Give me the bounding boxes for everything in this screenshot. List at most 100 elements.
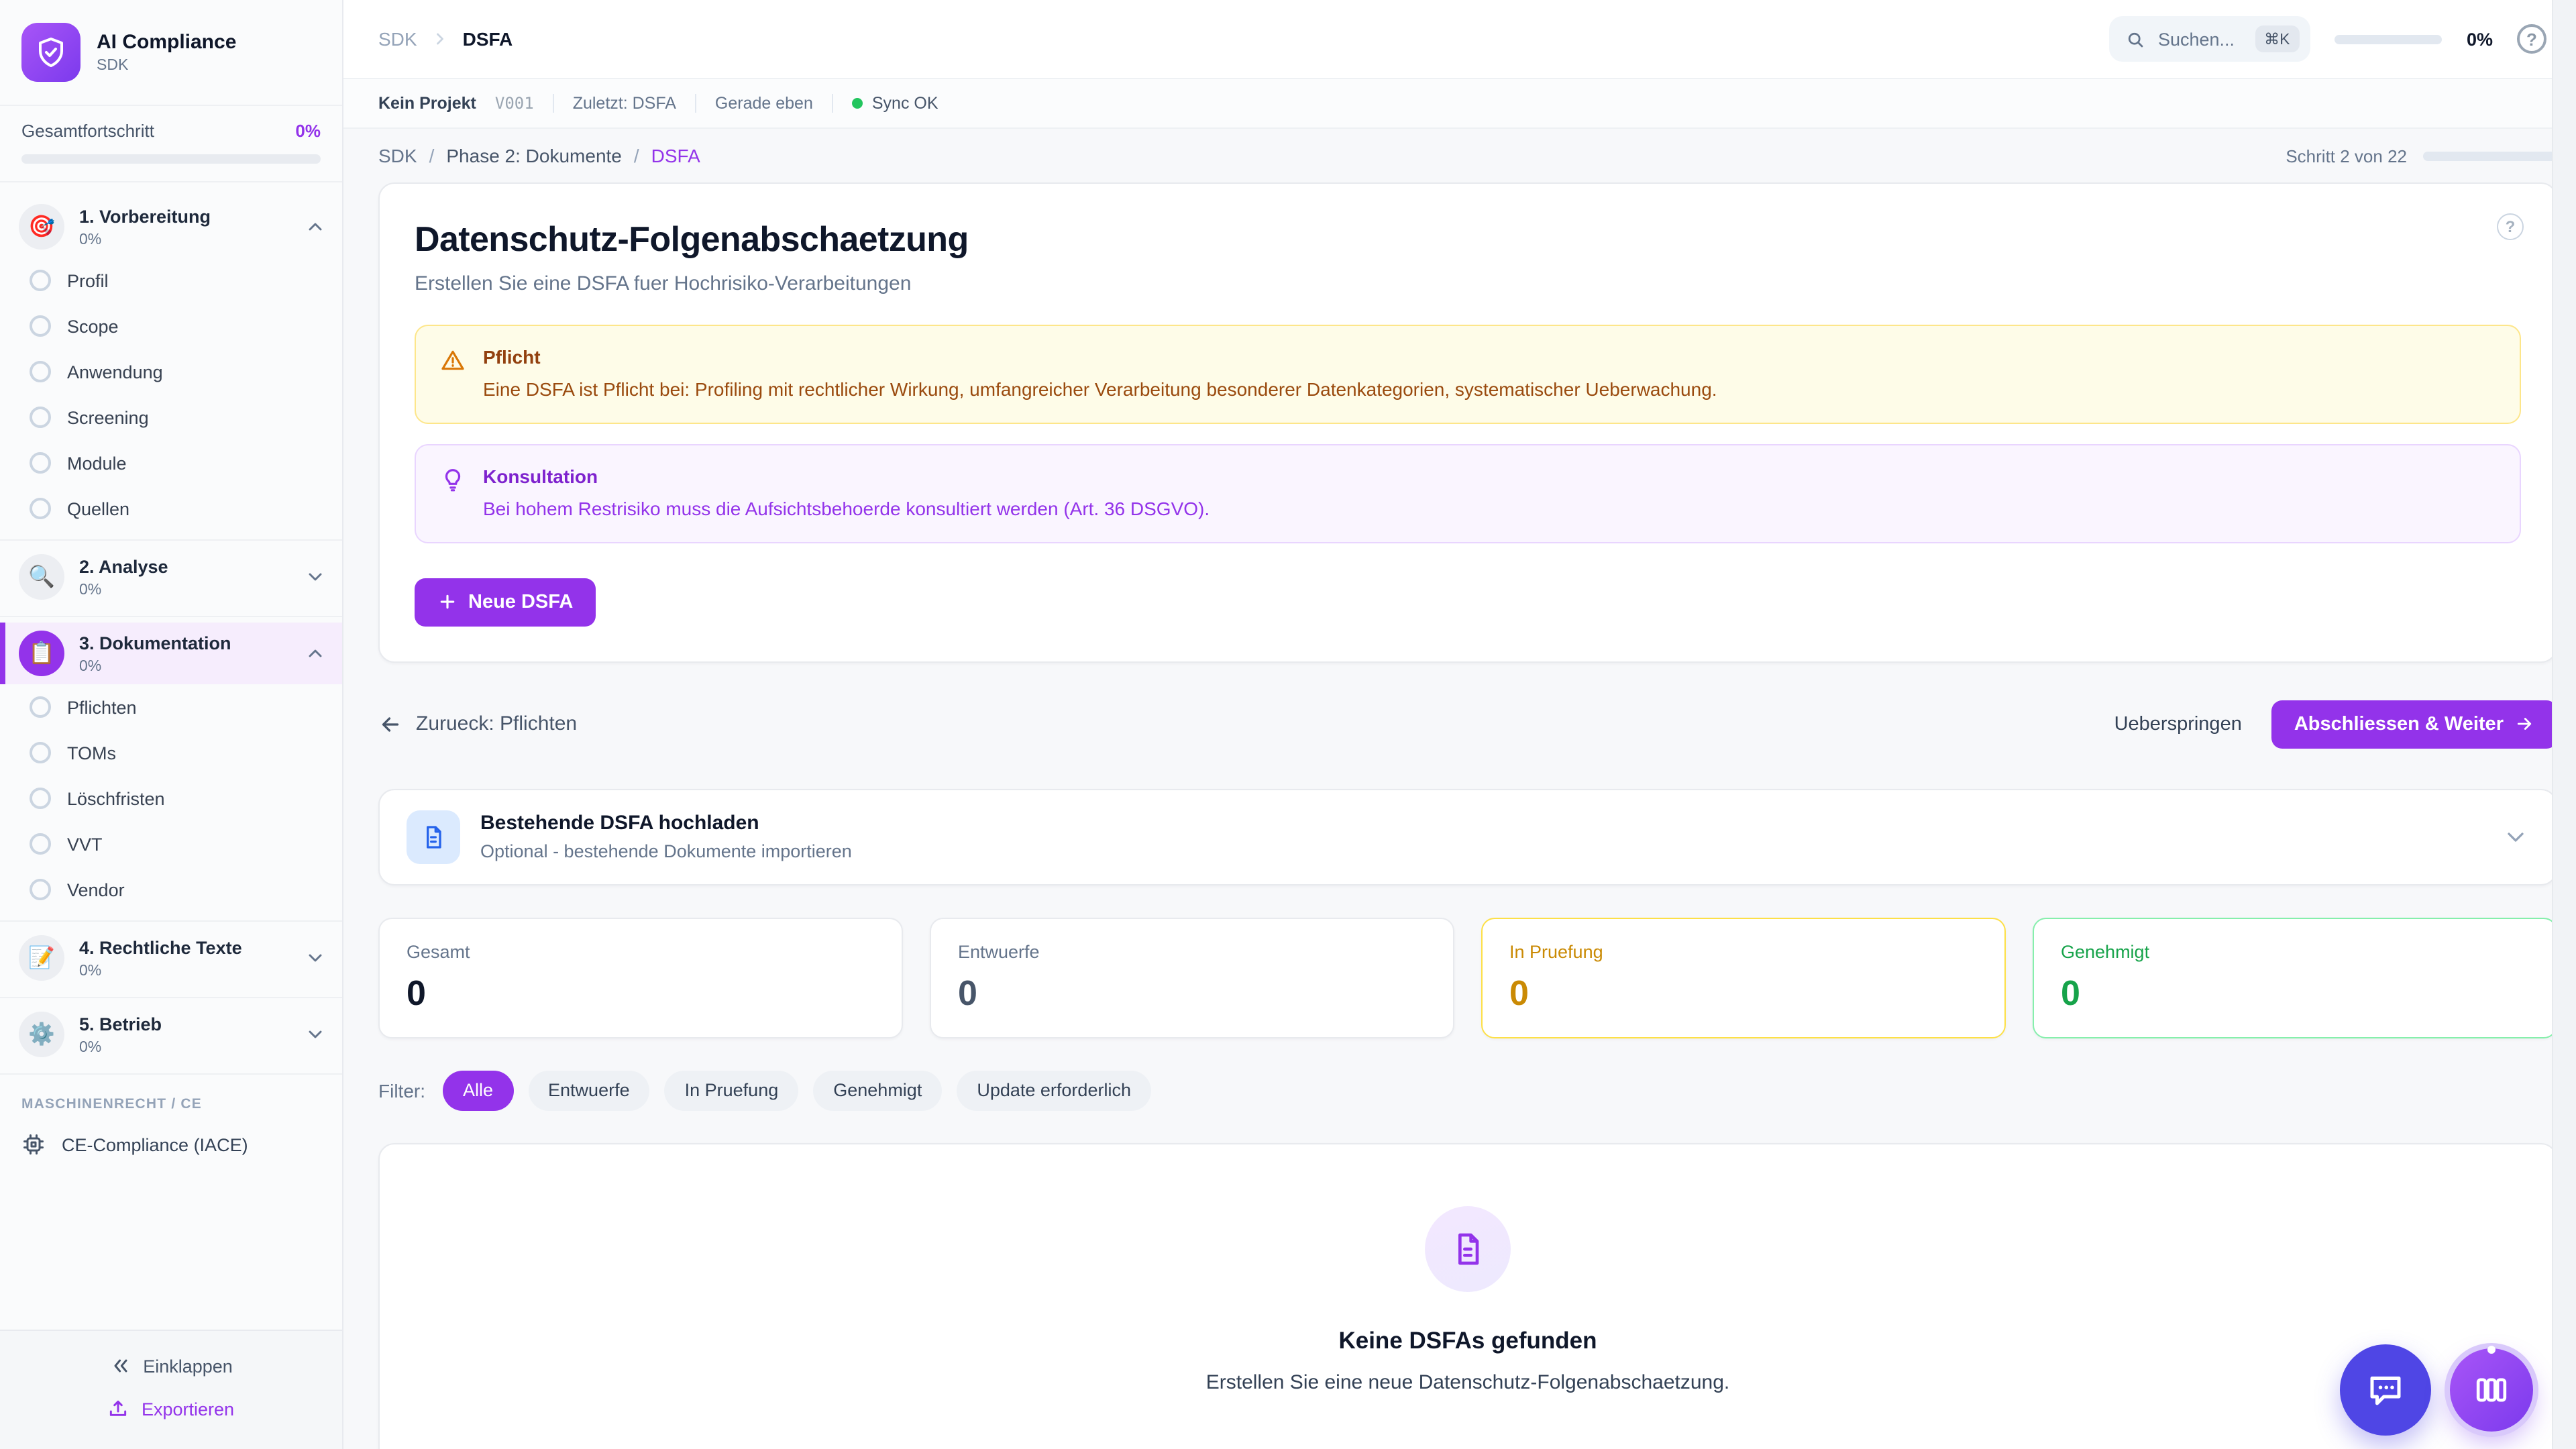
page-breadcrumb: SDK / Phase 2: Dokumente / DSFA: [378, 145, 700, 166]
sidebar-item-analyse[interactable]: 🔍 2. Analyse 0%: [0, 546, 342, 608]
chevron-up-icon: [305, 216, 326, 237]
upload-existing-dsfa-expander[interactable]: Bestehende DSFA hochladen Optional - bes…: [378, 789, 2557, 885]
lightbulb-icon: [440, 467, 466, 492]
stat-label: Genehmigt: [2061, 942, 2529, 962]
sync-ok-dot-icon: [852, 98, 863, 109]
divider: [553, 94, 554, 113]
sidebar-item-dokumentation[interactable]: 📋 3. Dokumentation 0%: [0, 623, 342, 684]
search-placeholder: Suchen...: [2158, 29, 2235, 49]
app-root: AI Compliance SDK Gesamtfortschritt 0% 🎯…: [0, 0, 2576, 1449]
radio-circle-icon: [30, 879, 51, 900]
intro-card: Datenschutz-Folgenabschaetzung Erstellen…: [378, 182, 2557, 663]
card-help-button[interactable]: ?: [2497, 213, 2524, 240]
stat-card-in-pruefung: In Pruefung 0: [1481, 918, 2006, 1038]
topbar-breadcrumb: SDK DSFA: [378, 28, 513, 50]
scrollbar-track[interactable]: [2552, 0, 2576, 1449]
sidebar-item-loeschfristen[interactable]: Löschfristen: [0, 775, 342, 821]
stat-value: 0: [958, 973, 1426, 1014]
cpu-chip-icon: [21, 1132, 46, 1157]
sidebar: AI Compliance SDK Gesamtfortschritt 0% 🎯…: [0, 0, 343, 1449]
export-button[interactable]: Exportieren: [21, 1387, 321, 1430]
stat-label: Gesamt: [407, 942, 875, 962]
phase-percent: 0%: [79, 1040, 290, 1056]
sidebar-item-quellen[interactable]: Quellen: [0, 486, 342, 531]
radio-circle-icon: [30, 407, 51, 428]
sidebar-item-screening[interactable]: Screening: [0, 394, 342, 440]
help-button[interactable]: ?: [2517, 24, 2546, 54]
main-column: SDK DSFA Suchen... ⌘K 0% ? Kein Projekt …: [343, 0, 2576, 1449]
chevron-down-icon: [305, 566, 326, 588]
skip-button[interactable]: Ueberspringen: [2114, 714, 2242, 735]
plus-icon: [437, 592, 458, 612]
sidebar-item-rechtliche-texte[interactable]: 📝 4. Rechtliche Texte 0%: [0, 927, 342, 989]
page-subtitle: Erstellen Sie eine DSFA fuer Hochrisiko-…: [415, 272, 2521, 295]
sidebar-footer: Einklappen Exportieren: [0, 1330, 342, 1449]
sidebar-item-module[interactable]: Module: [0, 440, 342, 486]
warning-triangle-icon: [440, 347, 466, 373]
overall-progress: Gesamtfortschritt 0%: [0, 106, 342, 182]
stats-row: Gesamt 0 Entwuerfe 0 In Pruefung 0 Geneh…: [378, 918, 2557, 1038]
sync-status: Sync OK: [852, 94, 938, 113]
stat-label: In Pruefung: [1509, 942, 1978, 962]
search-input[interactable]: Suchen... ⌘K: [2110, 16, 2311, 62]
complete-next-button[interactable]: Abschliessen & Weiter: [2271, 700, 2557, 749]
document-icon: [420, 824, 447, 851]
double-chevron-left-icon: [109, 1355, 131, 1377]
filter-chip-in-pruefung[interactable]: In Pruefung: [665, 1071, 799, 1111]
sidebar-item-betrieb[interactable]: ⚙️ 5. Betrieb 0%: [0, 1004, 342, 1065]
radio-circle-icon: [30, 788, 51, 809]
kanban-columns-icon: [2473, 1371, 2510, 1409]
sidebar-item-vvt[interactable]: VVT: [0, 821, 342, 867]
project-name: Kein Projekt: [378, 94, 476, 113]
filter-row: Filter: Alle Entwuerfe In Pruefung Geneh…: [378, 1071, 2557, 1111]
chat-bubble-icon: [2365, 1370, 2406, 1410]
phase-group-analyse: 🔍 2. Analyse 0%: [0, 541, 342, 617]
sidebar-item-anwendung[interactable]: Anwendung: [0, 349, 342, 394]
new-dsfa-button[interactable]: Neue DSFA: [415, 578, 596, 627]
step-navigation: Zurueck: Pflichten Ueberspringen Abschli…: [378, 700, 2557, 749]
overall-progress-label: Gesamtfortschritt: [21, 121, 154, 141]
radio-circle-icon: [30, 833, 51, 855]
back-button[interactable]: Zurueck: Pflichten: [378, 712, 577, 737]
step-progress-bar: [2423, 151, 2557, 160]
filter-chip-entwuerfe[interactable]: Entwuerfe: [528, 1071, 650, 1111]
collapse-sidebar-button[interactable]: Einklappen: [21, 1344, 321, 1387]
sidebar-nav: 🎯 1. Vorbereitung 0% Profil Scope Anwend…: [0, 182, 342, 1330]
step-label: Schritt 2 von 22: [2286, 146, 2407, 166]
sidebar-item-scope[interactable]: Scope: [0, 303, 342, 349]
arrow-right-icon: [2514, 714, 2534, 735]
breadcrumb-sdk[interactable]: SDK: [378, 145, 417, 166]
sidebar-header: AI Compliance SDK: [0, 0, 342, 106]
chat-assistant-button[interactable]: [2340, 1344, 2431, 1436]
memo-icon: 📝: [19, 935, 64, 981]
board-view-button[interactable]: [2450, 1348, 2533, 1432]
upload-icon: [108, 1398, 129, 1419]
upload-subtitle: Optional - bestehende Dokumente importie…: [480, 842, 852, 862]
stat-value: 0: [407, 973, 875, 1014]
step-indicator: Schritt 2 von 22: [2286, 146, 2557, 166]
sidebar-item-pflichten[interactable]: Pflichten: [0, 684, 342, 730]
notification-dot: [2487, 1346, 2496, 1354]
filter-chip-update-erforderlich[interactable]: Update erforderlich: [957, 1071, 1151, 1111]
chevron-down-icon: [305, 1024, 326, 1045]
radio-circle-icon: [30, 452, 51, 474]
sidebar-item-toms[interactable]: TOMs: [0, 730, 342, 775]
overall-progress-bar: [21, 154, 321, 164]
stat-card-genehmigt: Genehmigt 0: [2033, 918, 2557, 1038]
breadcrumb-root[interactable]: SDK: [378, 28, 417, 50]
sidebar-item-profil[interactable]: Profil: [0, 258, 342, 303]
stat-card-gesamt: Gesamt 0: [378, 918, 903, 1038]
app-subtitle: SDK: [97, 58, 236, 74]
page-title: Datenschutz-Folgenabschaetzung: [415, 219, 2521, 260]
sidebar-item-vorbereitung[interactable]: 🎯 1. Vorbereitung 0%: [0, 196, 342, 258]
sidebar-item-vendor[interactable]: Vendor: [0, 867, 342, 912]
filter-chip-alle[interactable]: Alle: [443, 1071, 513, 1111]
filter-chip-genehmigt[interactable]: Genehmigt: [813, 1071, 942, 1111]
app-name: AI Compliance: [97, 31, 236, 55]
sidebar-item-ce-compliance[interactable]: CE-Compliance (IACE): [0, 1120, 342, 1169]
target-icon: 🎯: [19, 204, 64, 250]
phase-group-rechtliche-texte: 📝 4. Rechtliche Texte 0%: [0, 922, 342, 998]
breadcrumb-phase[interactable]: Phase 2: Dokumente: [446, 145, 622, 166]
phase-percent: 0%: [79, 582, 290, 598]
phase-label: 4. Rechtliche Texte: [79, 938, 242, 958]
